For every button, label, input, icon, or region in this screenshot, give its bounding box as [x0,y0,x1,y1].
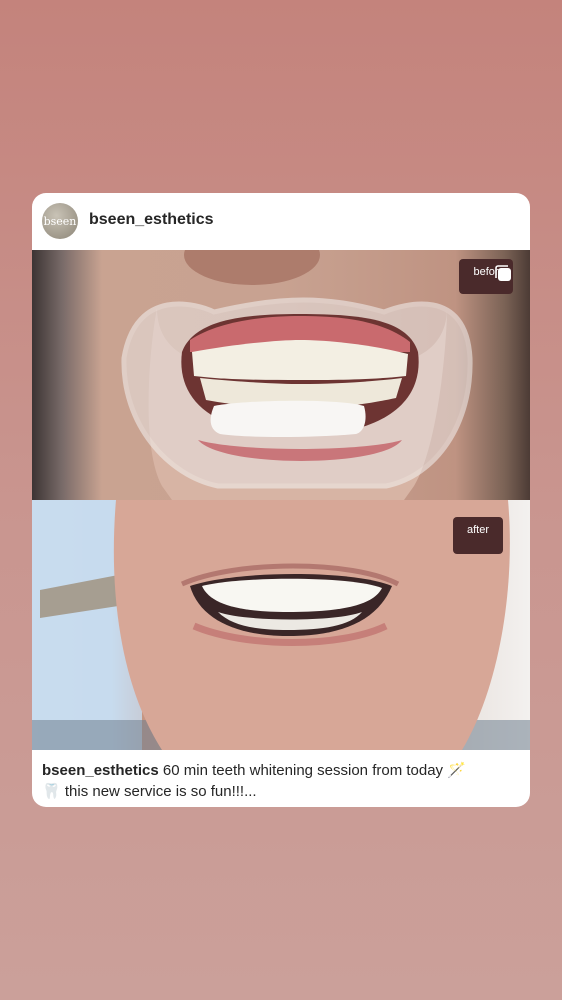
caption-text-2: this new service is so fun!!!... [64,783,257,800]
post-caption: bseen_esthetics 60 min teeth whitening s… [42,760,512,802]
tooth-icon: 🦷 [42,782,61,800]
username[interactable]: bseen_esthetics [89,211,214,229]
avatar[interactable]: bseen [42,203,78,239]
instagram-post-card[interactable]: bseen bseen_esthetics befor after bseen_… [32,193,530,807]
after-badge: after [453,517,503,554]
caption-text: 60 min teeth whitening session from toda… [162,762,444,779]
before-mouth-illustration [121,250,473,500]
avatar-label: bseen [43,214,77,228]
copy-icon[interactable] [494,264,514,284]
after-photo[interactable]: after [32,500,530,750]
before-photo[interactable]: befor [32,250,530,500]
caption-username[interactable]: bseen_esthetics [42,762,159,779]
magic-wand-icon: 🪄 [447,761,466,779]
post-header: bseen bseen_esthetics [32,193,530,250]
